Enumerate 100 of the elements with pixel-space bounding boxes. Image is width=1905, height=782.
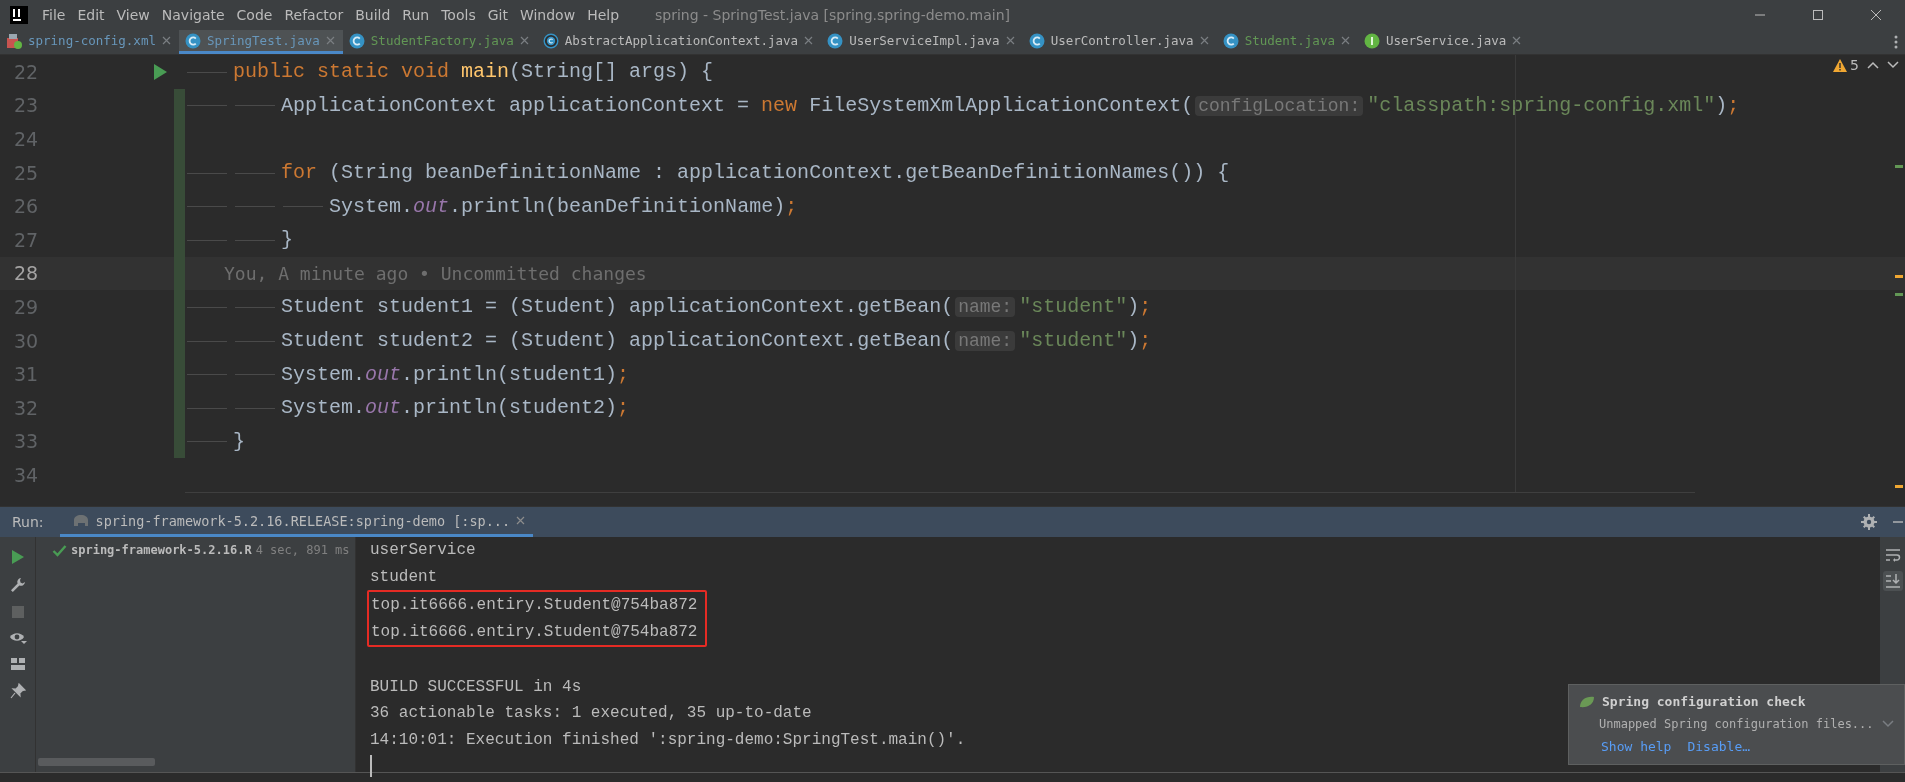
menu-item[interactable]: Run — [396, 0, 436, 30]
scroll-marker[interactable] — [1895, 165, 1903, 168]
xml-file-icon — [6, 32, 22, 49]
more-icon[interactable] — [1893, 34, 1899, 50]
change-marker[interactable] — [174, 88, 185, 123]
editor-tab[interactable]: spring-config.xml — [0, 30, 179, 54]
editor-tab[interactable]: UserService.java — [1357, 30, 1530, 54]
tree-item[interactable]: spring-framework-5.2.16.R — [71, 543, 252, 557]
blame-annotation: You, A minute ago • Uncommitted changes — [224, 262, 647, 284]
scroll-to-end-icon[interactable] — [1884, 573, 1901, 589]
menu-item[interactable]: Tools — [435, 0, 482, 30]
editor-tab[interactable]: UserController.java — [1022, 30, 1217, 54]
stop-icon[interactable] — [10, 605, 25, 619]
close-icon[interactable] — [516, 516, 526, 525]
menu-item[interactable]: View — [110, 0, 156, 30]
close-icon[interactable] — [804, 36, 814, 45]
line-number: 33 — [13, 430, 40, 453]
run-duration: 4 sec, 891 ms — [255, 543, 350, 557]
window-title: spring - SpringTest.java [spring.spring-demo.main] — [655, 7, 1011, 23]
line-number: 27 — [13, 228, 40, 251]
editor-tab[interactable]: StudentFactory.java — [342, 30, 537, 54]
console-line: userService — [370, 540, 476, 561]
warning-count[interactable]: 5 — [1850, 57, 1859, 73]
line-number: 29 — [13, 295, 40, 318]
menu-item[interactable]: Refactor — [278, 0, 350, 30]
code-line: System.out.println(beanDefinitionName); — [185, 194, 798, 218]
line-number: 22 — [13, 60, 40, 83]
code-line: Student student1 = (Student) applicationContext.getBean( name: "student"); — [185, 295, 1152, 319]
close-icon[interactable] — [1340, 36, 1350, 45]
close-icon[interactable] — [1512, 36, 1522, 45]
notification-link[interactable]: Show help — [1601, 739, 1672, 754]
close-icon[interactable] — [519, 36, 529, 45]
run-label: Run: — [11, 513, 45, 532]
interface-icon — [1363, 32, 1380, 49]
eye-icon[interactable] — [8, 631, 27, 645]
line-number: 31 — [13, 363, 40, 386]
code-line: System.out.println(student2); — [185, 396, 630, 420]
leaf-icon — [1579, 695, 1595, 708]
chevron-up-icon[interactable] — [1867, 61, 1879, 69]
change-marker[interactable] — [174, 424, 185, 459]
soft-wrap-icon[interactable] — [1884, 547, 1901, 563]
class-icon — [348, 32, 365, 49]
scrollbar[interactable] — [38, 758, 155, 766]
editor-tab[interactable]: UserServiceImpl.java — [821, 30, 1023, 54]
code-line: } — [185, 228, 294, 252]
code-line: public static void main(String[] args) { — [185, 60, 714, 84]
scroll-marker[interactable] — [1895, 485, 1903, 488]
console-line: top.it6666.entiry.Student@754ba872 — [371, 595, 698, 616]
menu-item[interactable]: Edit — [71, 0, 111, 30]
code-line: } — [185, 429, 246, 453]
run-icon[interactable] — [153, 63, 167, 80]
line-number: 32 — [13, 396, 40, 419]
text-cursor — [370, 755, 372, 777]
line-number: 34 — [13, 463, 40, 486]
elephant-icon — [71, 514, 90, 527]
pin-icon[interactable] — [9, 683, 26, 699]
notification-link[interactable]: Disable… — [1687, 739, 1751, 754]
class-icon — [827, 32, 844, 49]
code-line: ApplicationContext applicationContext = new FileSystemXmlApplicationContext( configLocation: "classpath:spring-config.xml"); — [185, 93, 1740, 117]
code-line: System.out.println(student1); — [185, 362, 630, 386]
menu-item[interactable]: Code — [230, 0, 279, 30]
editor-tab[interactable]: Student.java — [1216, 30, 1358, 54]
maximize-icon — [1812, 9, 1824, 21]
console-line: student — [370, 566, 438, 588]
wrench-icon[interactable] — [9, 577, 26, 593]
console-line: top.it6666.entiry.Student@754ba872 — [371, 621, 698, 643]
line-number: 26 — [13, 195, 40, 218]
menu-item[interactable]: Navigate — [155, 0, 231, 30]
settings-icon[interactable] — [1861, 514, 1877, 530]
line-number: 30 — [13, 329, 40, 352]
console-line: BUILD SUCCESSFUL in 4s — [370, 676, 582, 698]
close-icon[interactable] — [1199, 36, 1209, 45]
close-icon[interactable] — [1005, 36, 1015, 45]
menu-item[interactable]: Git — [481, 0, 514, 30]
editor-tab[interactable]: AbstractApplicationContext.java — [536, 30, 822, 54]
console-line: 36 actionable tasks: 1 executed, 35 up-to-date — [370, 703, 812, 724]
code-line: Student student2 = (Student) applicationContext.getBean( name: "student"); — [185, 329, 1152, 353]
line-number: 28 — [13, 262, 40, 285]
notification-message: Unmapped Spring configuration files... — [1599, 717, 1874, 731]
scroll-marker[interactable] — [1895, 293, 1903, 296]
code-line: for (String beanDefinitionName : applicationContext.getBeanDefinitionNames()) { — [185, 161, 1230, 185]
warning-icon — [1833, 58, 1848, 72]
layout-icon[interactable] — [9, 657, 26, 671]
chevron-down-icon[interactable] — [1887, 61, 1899, 69]
menu-item[interactable]: Window — [513, 0, 582, 30]
line-number: 24 — [13, 128, 40, 150]
close-icon[interactable] — [325, 36, 335, 45]
line-number: 23 — [13, 94, 40, 117]
menu-item[interactable]: File — [36, 0, 72, 30]
menu-item[interactable]: Help — [581, 0, 626, 30]
close-icon[interactable] — [161, 36, 171, 45]
notification-title: Spring configuration check — [1602, 694, 1806, 709]
run-icon[interactable] — [10, 549, 25, 565]
scroll-marker[interactable] — [1895, 275, 1903, 278]
close-icon — [1870, 9, 1882, 21]
console-line: 14:10:01: Execution finished ':spring-demo:SpringTest.main()'. — [370, 729, 966, 751]
app-logo-icon — [10, 6, 28, 24]
class-icon — [184, 32, 201, 49]
class-icon — [1028, 32, 1045, 49]
menu-item[interactable]: Build — [349, 0, 397, 30]
